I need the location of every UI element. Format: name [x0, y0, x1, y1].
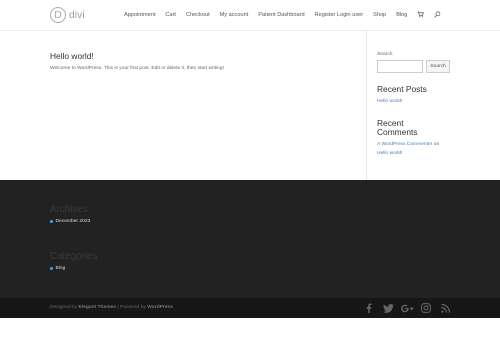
elegant-themes-link[interactable]: Elegant Themes — [79, 305, 117, 310]
comment-on-text: on — [433, 142, 440, 147]
search-input[interactable] — [377, 60, 423, 73]
bullet — [50, 267, 53, 270]
wordpress-link[interactable]: WordPress — [147, 305, 173, 310]
search-label: Search — [377, 52, 393, 57]
sidebar-divider — [366, 30, 367, 180]
rss-icon[interactable] — [438, 301, 452, 315]
post-excerpt: Welcome to WordPress. This is your first… — [50, 66, 224, 71]
site-logo[interactable]: D divi — [50, 7, 85, 23]
comment-author-link[interactable]: A WordPress Commenter — [377, 142, 432, 147]
main-nav: Appointment Cart Checkout My account Pat… — [124, 11, 451, 18]
designed-by-text: Designed by — [50, 305, 78, 310]
recent-post-link[interactable]: Hello world! — [377, 99, 403, 104]
facebook-icon[interactable] — [362, 301, 376, 315]
main-content: Hello world! Welcome to WordPress. This … — [0, 30, 500, 180]
nav-cart[interactable]: Cart — [165, 12, 176, 18]
archive-item-label: December 2023 — [55, 219, 91, 224]
categories-title: Categories — [50, 251, 98, 262]
nav-shop[interactable]: Shop — [373, 12, 386, 18]
nav-appointment[interactable]: Appointment — [124, 12, 155, 18]
instagram-icon[interactable] — [419, 301, 433, 315]
credits-separator: | — [117, 305, 119, 310]
cart-icon[interactable] — [417, 11, 425, 18]
nav-checkout[interactable]: Checkout — [186, 12, 210, 18]
archive-item[interactable]: December 2023 — [50, 219, 90, 224]
footer-credits: Designed by Elegant Themes | Powered by … — [50, 305, 173, 310]
logo-text: divi — [69, 9, 85, 21]
category-item[interactable]: Blog — [50, 266, 65, 271]
site-header: D divi Appointment Cart Checkout My acco… — [0, 0, 500, 30]
archives-title: Archives — [50, 204, 88, 215]
recent-posts-title: Recent Posts — [377, 84, 427, 94]
search-icon[interactable] — [434, 11, 441, 18]
nav-register-login-user[interactable]: Register Login user — [315, 12, 364, 18]
nav-my-account[interactable]: My account — [220, 12, 249, 18]
twitter-icon[interactable] — [381, 301, 395, 315]
post-title[interactable]: Hello world! — [50, 51, 94, 61]
google-plus-icon[interactable] — [400, 301, 414, 315]
bottom-bar: Designed by Elegant Themes | Powered by … — [0, 298, 500, 318]
powered-by-text: Powered by — [120, 305, 146, 310]
category-item-label: Blog — [55, 266, 66, 271]
footer-widgets: Archives December 2023 Categories Blog — [0, 180, 500, 298]
bullet — [50, 220, 53, 223]
comment-post-link[interactable]: Hello world! — [377, 151, 403, 156]
search-button[interactable]: Search — [426, 60, 450, 73]
recent-comments-title-line2: Comments — [377, 127, 418, 137]
nav-patient-dashboard[interactable]: Patient Dashboard — [258, 12, 304, 18]
recent-comment: A WordPress Commenter on — [377, 142, 439, 147]
social-icons — [362, 301, 457, 315]
logo-mark: D — [50, 7, 66, 23]
nav-blog[interactable]: Blog — [396, 12, 407, 18]
